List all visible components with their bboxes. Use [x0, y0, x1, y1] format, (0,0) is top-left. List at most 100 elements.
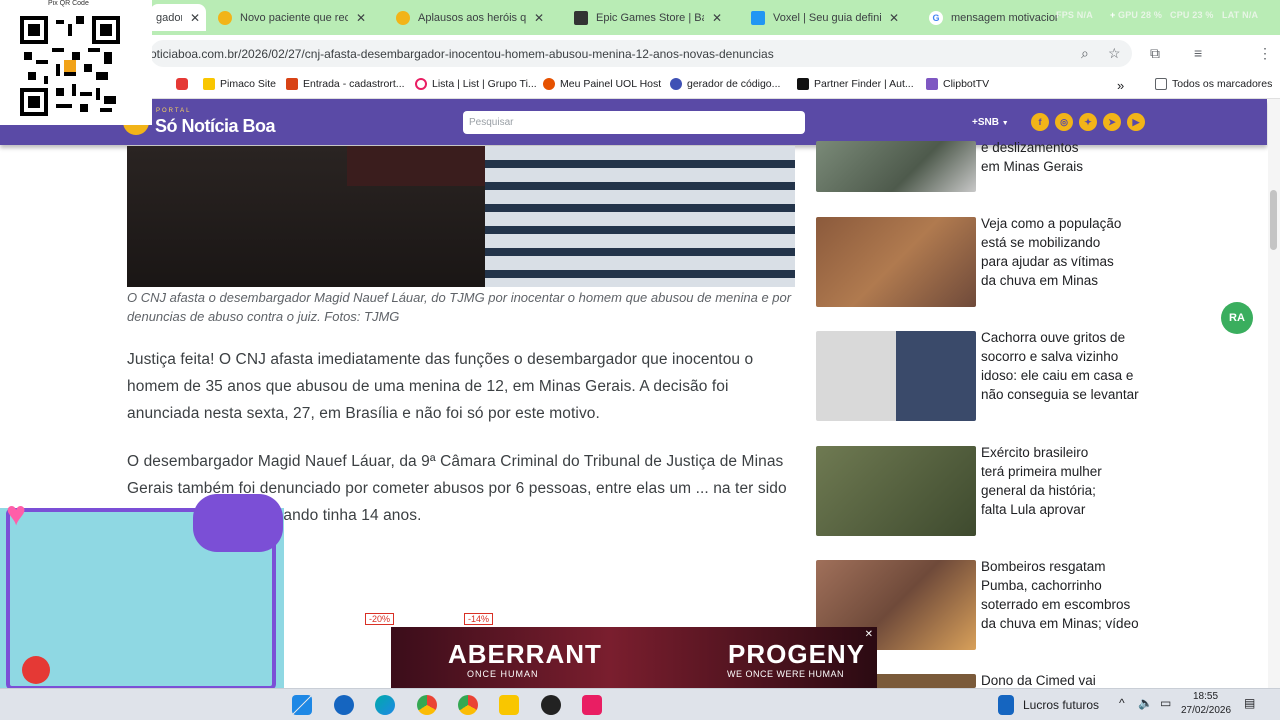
folder-icon	[1155, 78, 1167, 90]
close-icon[interactable]: ✕	[356, 11, 366, 25]
article-thumbnail[interactable]	[816, 331, 976, 421]
sidebar-article[interactable]: e deslizamentos em Minas Gerais	[816, 140, 1146, 196]
twitter-icon[interactable]: ✦	[1079, 113, 1097, 131]
sidebar-article-title[interactable]: Exército brasileiro terá primeira mulher…	[981, 443, 1111, 519]
bookmark-pimaco[interactable]: Pimaco Site	[203, 78, 276, 90]
google-favicon-icon: G	[929, 10, 943, 25]
widget-icon[interactable]	[998, 695, 1014, 715]
youtube-bookmark-icon[interactable]	[176, 78, 193, 90]
clock-time[interactable]: 18:55	[1193, 691, 1218, 702]
bookmark-entrada[interactable]: Entrada - cadastrort...	[286, 78, 405, 90]
sidebar-article[interactable]: Exército brasileiro terá primeira mulher…	[816, 443, 1146, 536]
article-thumbnail[interactable]	[816, 217, 976, 307]
network-icon[interactable]: ▭	[1160, 696, 1171, 710]
facebook-icon[interactable]: f	[1031, 113, 1049, 131]
menu-kebab-icon[interactable]: ⋮	[1258, 45, 1272, 62]
site-logo[interactable]: Só Notícia Boa	[155, 116, 276, 137]
file-explorer-icon[interactable]	[499, 695, 519, 715]
chevron-up-icon[interactable]: ^	[1119, 696, 1125, 710]
ad-subtitle: WE ONCE WERE HUMAN	[727, 669, 844, 679]
bookmark-uol-host[interactable]: Meu Painel UOL Host	[543, 78, 661, 90]
joystick-icon	[22, 656, 50, 684]
all-bookmarks-label: Todos os marcadores	[1172, 78, 1273, 90]
chrome-icon[interactable]	[417, 695, 437, 715]
windows-taskbar: Lucros futuros ^ 🔈 ▭ 18:55 27/02/2026 ▤	[0, 688, 1280, 720]
sidebar-article-title[interactable]: Veja como a população está se mobilizand…	[981, 214, 1131, 290]
bookmark-label: Lista | List | Grupo Ti...	[432, 78, 537, 90]
article-thumbnail[interactable]	[816, 141, 976, 192]
chevron-down-icon: ▼	[1001, 120, 1009, 127]
windows-start-icon[interactable]	[292, 695, 312, 715]
edge-icon[interactable]	[375, 695, 395, 715]
notification-icon[interactable]: ▤	[1244, 696, 1255, 710]
tab-mensagem[interactable]: G mensagem motivacional	[923, 4, 1063, 31]
heart-icon: ♥	[6, 495, 27, 533]
all-bookmarks[interactable]: Todos os marcadores	[1155, 78, 1272, 90]
bookmark-clipbottv[interactable]: ClipbotTV	[926, 78, 989, 90]
bookmark-label: gerador de código...	[687, 78, 781, 90]
tab-title: Epic Games Store | Baixe e	[596, 11, 704, 24]
tab-title: Voxel | Seu guia definitivo	[773, 11, 881, 24]
bookmark-partner-finder[interactable]: Partner Finder | Aut...	[797, 78, 914, 90]
sidebar-article-title[interactable]: Bombeiros resgatam Pumba, cachorrinho so…	[981, 557, 1146, 633]
close-icon[interactable]: ✕	[865, 629, 873, 640]
youtube-icon[interactable]: ▶	[1127, 113, 1145, 131]
scrollbar-track[interactable]	[1268, 99, 1280, 689]
region-dropdown[interactable]: +SNB ▼	[972, 117, 1009, 128]
tab-active[interactable]: gador ✕	[150, 4, 206, 31]
mail-icon	[286, 78, 298, 90]
zoom-icon[interactable]: ⌕	[1081, 45, 1089, 62]
scrollbar-thumb[interactable]	[1270, 190, 1277, 250]
bookmark-gerador[interactable]: gerador de código...	[670, 78, 780, 90]
close-icon[interactable]: ✕	[534, 11, 544, 25]
sidebar-article[interactable]: Veja como a população está se mobilizand…	[816, 214, 1146, 307]
more-bookmarks-icon[interactable]: »	[1117, 78, 1124, 93]
sidebar-article-title[interactable]: e deslizamentos em Minas Gerais	[981, 138, 1091, 176]
logo-portal: PORTAL	[156, 108, 192, 114]
outlook-icon[interactable]	[334, 695, 354, 715]
obs-icon[interactable]	[541, 695, 561, 715]
gpu-readout: GPU 28 %	[1118, 10, 1163, 20]
pimaco-icon	[203, 78, 215, 90]
url-field[interactable]: oticiaboa.com.br/2026/02/27/cnj-afasta-d…	[150, 40, 1132, 67]
close-icon[interactable]: ✕	[889, 11, 899, 25]
browser-tab-strip: gador ✕ Novo paciente que recebe ✕ Aplau…	[0, 0, 1280, 35]
ad-banner[interactable]: ABERRANT ONCE HUMAN PROGENY WE ONCE WERE…	[391, 627, 877, 688]
media-icon[interactable]: ≡	[1194, 45, 1202, 61]
tab-voxel[interactable]: Voxel | Seu guia definitivo ✕	[745, 4, 917, 31]
photo-detail	[347, 146, 485, 186]
sidebar-article-title[interactable]: Cachorra ouve gritos de socorro e salva …	[981, 328, 1146, 404]
tab-title: Aplausos aos heróis que e	[418, 11, 526, 24]
bookmark-label: Meu Painel UOL Host	[560, 78, 662, 90]
screen: gador ✕ Novo paciente que recebe ✕ Aplau…	[0, 0, 1280, 720]
search-input[interactable]: Pesquisar	[463, 111, 805, 134]
instagram-icon[interactable]: ◎	[1055, 113, 1073, 131]
youtube-icon	[176, 78, 188, 90]
tab-aplausos[interactable]: Aplausos aos heróis que e ✕	[390, 4, 562, 31]
chrome-profile-icon[interactable]	[458, 695, 478, 715]
tab-epic-games[interactable]: Epic Games Store | Baixe e ✕	[568, 4, 740, 31]
tab-novo-paciente[interactable]: Novo paciente que recebe ✕	[212, 4, 388, 31]
article-thumbnail[interactable]	[816, 446, 976, 536]
cpu-readout: CPU 23 %	[1170, 10, 1214, 20]
telegram-icon[interactable]: ➤	[1103, 113, 1121, 131]
speaker-icon[interactable]: 🔈	[1138, 696, 1153, 710]
clock-date[interactable]: 27/02/2026	[1181, 705, 1231, 716]
close-icon[interactable]: ✕	[712, 11, 722, 25]
pix-qr-overlay: Pix QR Code	[0, 0, 152, 125]
building-photo	[485, 146, 795, 287]
article-paragraph-1: Justiça feita! O CNJ afasta imediatament…	[127, 351, 754, 422]
reclame-aqui-badge[interactable]: RA	[1221, 302, 1253, 334]
gerador-icon	[670, 78, 682, 90]
widget-label[interactable]: Lucros futuros	[1023, 698, 1099, 712]
close-icon[interactable]: ✕	[190, 11, 200, 25]
judge-photo	[127, 146, 485, 287]
sidebar-article[interactable]: Cachorra ouve gritos de socorro e salva …	[816, 328, 1146, 421]
clipbot-icon	[926, 78, 938, 90]
extensions-icon[interactable]: ⧉	[1150, 45, 1160, 62]
star-icon[interactable]: ☆	[1108, 45, 1121, 62]
region-label: +SNB	[972, 117, 999, 128]
tiktok-icon[interactable]	[582, 695, 602, 715]
new-tab-icon[interactable]: +	[1110, 10, 1115, 20]
bookmark-lista[interactable]: Lista | List | Grupo Ti...	[415, 78, 537, 90]
